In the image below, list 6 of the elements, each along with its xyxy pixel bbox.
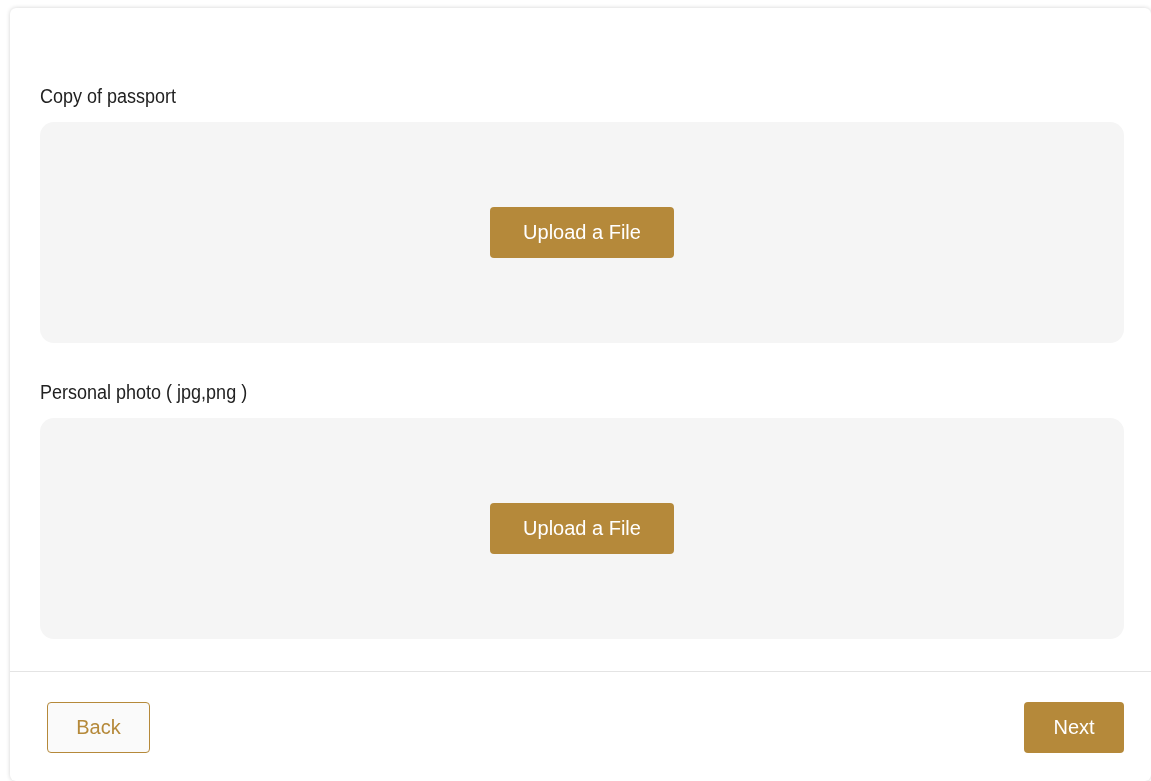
upload-button[interactable]: Upload a File [490,207,674,258]
field-label: Personal photo ( jpg,png ) [40,380,249,404]
field-label: Copy of passport [40,84,178,108]
upload-button[interactable]: Upload a File [490,503,674,554]
back-button[interactable]: Back [47,702,150,753]
next-button[interactable]: Next [1024,702,1124,753]
